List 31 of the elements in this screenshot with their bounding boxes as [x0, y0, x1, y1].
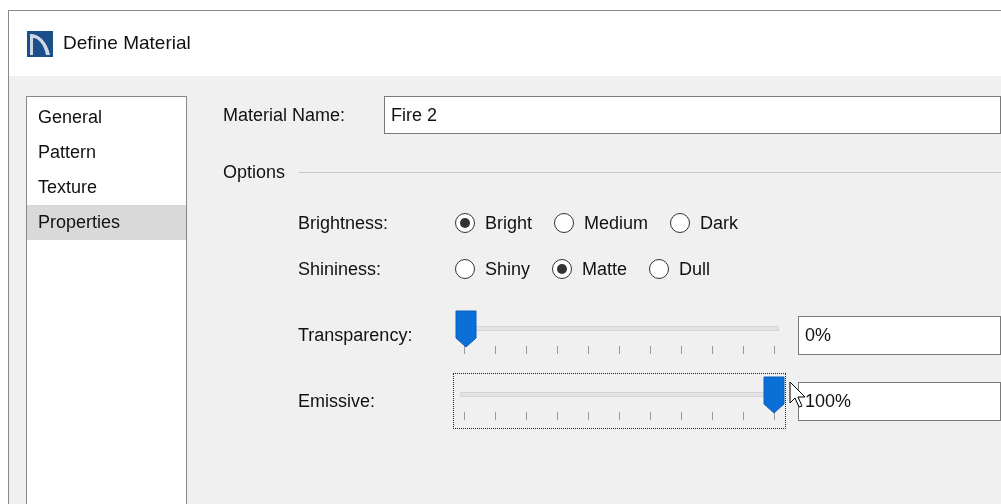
radio-label: Bright [485, 211, 533, 235]
app-logo-icon [27, 30, 53, 57]
sidebar-item[interactable]: Texture [27, 170, 186, 205]
group-title: Options [223, 161, 286, 184]
value-field[interactable]: 100% [798, 381, 1001, 421]
slider-thumb[interactable] [455, 310, 477, 348]
sidebar-item[interactable]: Properties [27, 205, 186, 240]
slider-label: Emissive: [298, 389, 376, 413]
radio-button[interactable] [649, 259, 670, 279]
slider[interactable] [453, 373, 786, 429]
sidebar-item[interactable]: General [27, 100, 186, 135]
radio-button[interactable] [455, 259, 475, 279]
radio-label: Matte [582, 257, 628, 281]
material-name-field[interactable]: Fire 2 [384, 96, 1001, 134]
radio-button[interactable] [670, 213, 691, 233]
slider-thumb[interactable] [763, 376, 785, 414]
mouse-cursor-icon [789, 381, 807, 409]
radio-label: Dull [679, 257, 711, 281]
radio-button[interactable] [455, 213, 475, 233]
slider-label: Transparency: [298, 323, 414, 347]
radio-label: Shiny [485, 257, 531, 281]
sidebar-item[interactable]: Pattern [27, 135, 186, 170]
radio-button[interactable] [554, 213, 575, 233]
field-label: Material Name: [223, 103, 347, 127]
option-label: Shininess: [298, 257, 383, 281]
window-title: Define Material [63, 31, 191, 56]
value-field[interactable]: 0% [798, 315, 1001, 355]
radio-label: Medium [584, 211, 649, 235]
radio-label: Dark [700, 211, 739, 235]
radio-button[interactable] [552, 259, 573, 279]
option-label: Brightness: [298, 211, 390, 235]
